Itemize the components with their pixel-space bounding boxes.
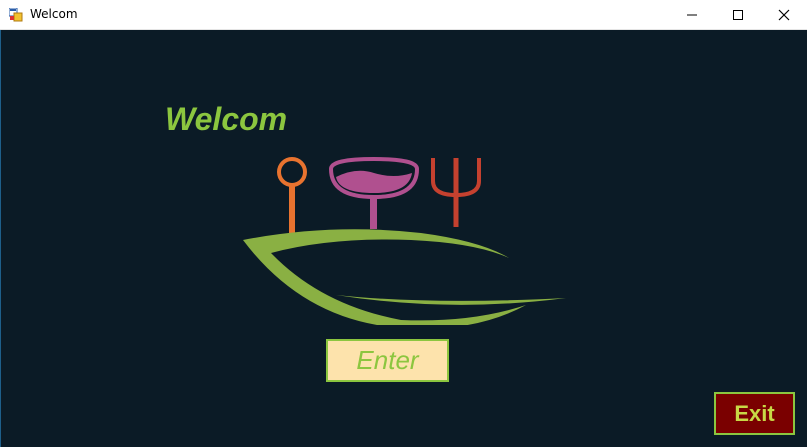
welcome-heading: Welcom <box>165 101 288 137</box>
minimize-icon <box>687 14 697 16</box>
enter-button[interactable]: Enter <box>326 339 449 382</box>
app-icon <box>9 8 23 22</box>
fork-icon <box>431 158 481 227</box>
minimize-button[interactable] <box>669 0 715 30</box>
maximize-icon <box>733 10 743 20</box>
close-button[interactable] <box>761 0 807 30</box>
maximize-button[interactable] <box>715 0 761 30</box>
close-icon <box>778 9 790 21</box>
welcome-form: Welcom Enter Exit <box>0 30 807 447</box>
leaf-icon <box>243 229 566 325</box>
title-bar: Welcom <box>0 0 807 30</box>
restaurant-logo <box>243 156 566 325</box>
window-title: Welcom <box>30 7 78 21</box>
exit-button[interactable]: Exit <box>714 392 795 435</box>
wine-glass-icon <box>328 156 420 229</box>
spoon-icon <box>277 157 307 237</box>
